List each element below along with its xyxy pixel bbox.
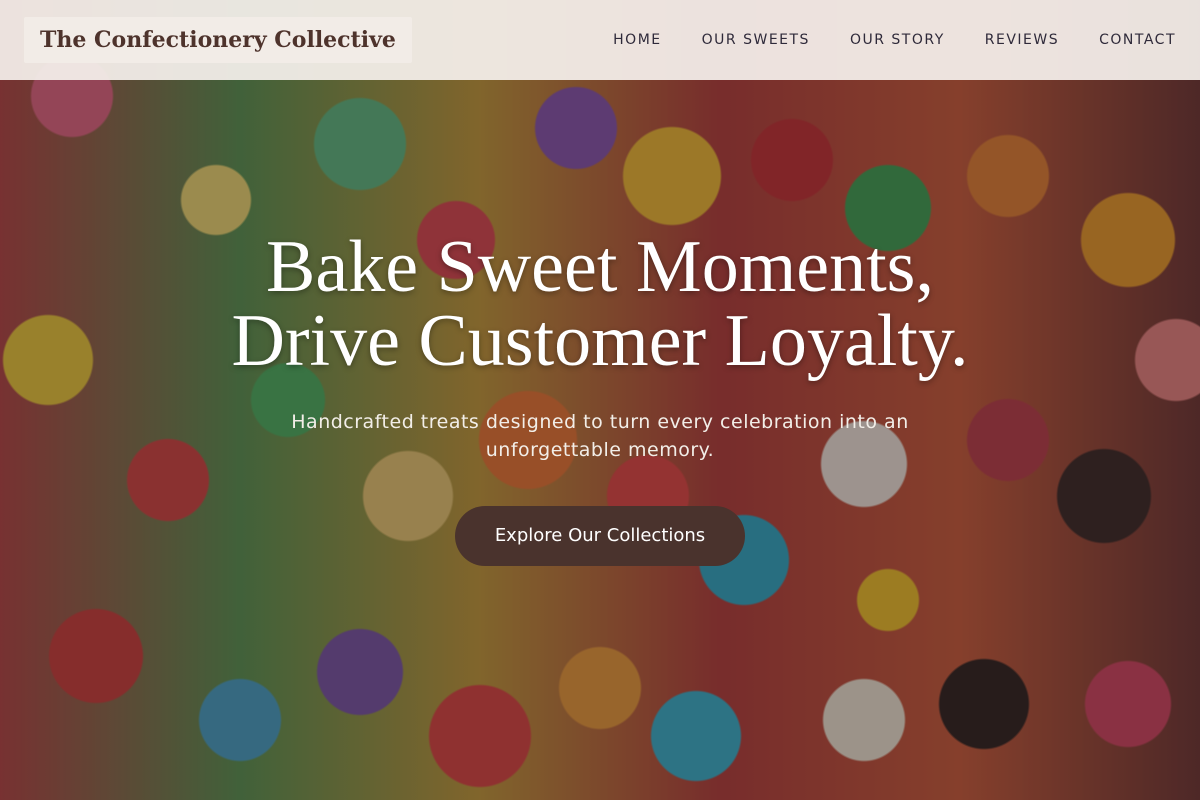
- explore-collections-button[interactable]: Explore Our Collections: [455, 506, 745, 566]
- site-header: The Confectionery Collective HOME OUR SW…: [0, 0, 1200, 80]
- nav-home[interactable]: HOME: [613, 32, 661, 48]
- hero-title-line-2: Drive Customer Loyalty.: [231, 300, 969, 382]
- hero-title: Bake Sweet Moments, Drive Customer Loyal…: [0, 230, 1200, 378]
- hero-title-line-1: Bake Sweet Moments,: [266, 226, 934, 308]
- nav-our-story[interactable]: OUR STORY: [850, 32, 945, 48]
- brand-logo[interactable]: The Confectionery Collective: [24, 17, 412, 63]
- main-nav: HOME OUR SWEETS OUR STORY REVIEWS CONTAC…: [613, 32, 1176, 48]
- hero-section: Bake Sweet Moments, Drive Customer Loyal…: [0, 230, 1200, 566]
- nav-our-sweets[interactable]: OUR SWEETS: [702, 32, 810, 48]
- nav-reviews[interactable]: REVIEWS: [985, 32, 1059, 48]
- nav-contact[interactable]: CONTACT: [1099, 32, 1176, 48]
- hero-subtitle: Handcrafted treats designed to turn ever…: [291, 411, 909, 461]
